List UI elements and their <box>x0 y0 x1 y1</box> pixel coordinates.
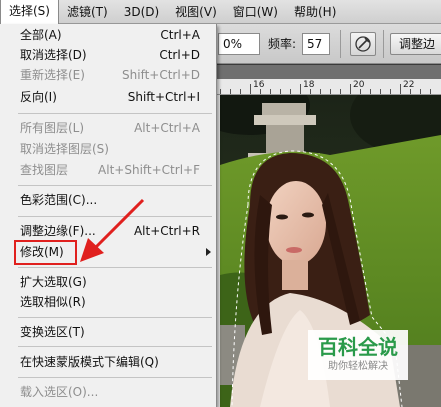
submenu-arrow-icon <box>206 248 211 256</box>
menu-item-label: 所有图层(L) <box>20 121 85 135</box>
menu-window[interactable]: 窗口(W) <box>225 0 286 24</box>
menu-separator <box>18 113 212 114</box>
menu-help[interactable]: 帮助(H) <box>286 0 344 24</box>
menu-item-similar[interactable]: 选取相似(R) <box>0 292 216 312</box>
menu-item-quick-mask[interactable]: 在快速蒙版模式下编辑(Q) <box>0 352 216 372</box>
highlight-box <box>14 240 77 265</box>
menu-separator <box>18 346 212 347</box>
menu-item-shortcut: Alt+Ctrl+A <box>134 121 200 135</box>
menu-item-shortcut: Alt+Ctrl+R <box>133 224 200 238</box>
menu-item-label: 扩大选取(G) <box>20 275 87 289</box>
menu-item-label: 重新选择(E) <box>20 68 85 82</box>
menu-item-load-selection: 载入选区(O)... <box>0 382 216 402</box>
menu-item-deselect[interactable]: 取消选择(D) Ctrl+D <box>0 45 216 65</box>
horizontal-ruler: 16 18 20 22 <box>216 79 441 95</box>
ruler-label: 16 <box>253 80 265 90</box>
select-menu-dropdown: 全部(A) Ctrl+A 取消选择(D) Ctrl+D 重新选择(E) Shif… <box>0 24 217 407</box>
frequency-field[interactable]: 57 <box>302 33 330 55</box>
menu-item-shortcut: Shift+Ctrl+I <box>127 90 200 104</box>
menu-item-find-layers: 查找图层 Alt+Shift+Ctrl+F <box>0 160 216 180</box>
menu-item-label: 查找图层 <box>20 163 69 177</box>
ruler-label: 22 <box>403 80 415 90</box>
menu-separator <box>18 216 212 217</box>
menu-separator <box>18 377 212 378</box>
menu-item-label: 变换选区(T) <box>20 325 85 339</box>
pen-pressure-icon[interactable] <box>350 32 376 56</box>
menu-item-shortcut: Alt+Shift+Ctrl+F <box>98 163 200 177</box>
menu-item-label: 在快速蒙版模式下编辑(Q) <box>20 355 159 369</box>
menu-item-shortcut: Ctrl+A <box>160 28 200 42</box>
menu-item-reselect: 重新选择(E) Shift+Ctrl+D <box>0 65 216 85</box>
menu-separator <box>18 267 212 268</box>
document-tab-strip <box>216 65 441 79</box>
refine-edge-button[interactable]: 调整边 <box>390 33 441 55</box>
feather-value-field[interactable]: 0% <box>218 33 260 55</box>
watermark-subtitle: 助你轻松解决 <box>328 361 388 372</box>
baike-watermark: 百科全说 助你轻松解决 <box>308 330 408 380</box>
menu-item-select-all[interactable]: 全部(A) Ctrl+A <box>0 25 216 45</box>
menu-item-transform-selection[interactable]: 变换选区(T) <box>0 322 216 342</box>
watermark-title: 百科全说 <box>318 335 398 359</box>
menu-select[interactable]: 选择(S) <box>0 0 59 24</box>
menu-bar: 选择(S) 滤镜(T) 3D(D) 视图(V) 窗口(W) 帮助(H) <box>0 0 441 24</box>
menu-item-label: 全部(A) <box>20 28 62 42</box>
frequency-label: 频率: <box>268 37 297 51</box>
ruler-label: 20 <box>353 80 365 90</box>
menu-item-all-layers: 所有图层(L) Alt+Ctrl+A <box>0 118 216 138</box>
menu-item-grow[interactable]: 扩大选取(G) <box>0 272 216 292</box>
menu-filter[interactable]: 滤镜(T) <box>59 0 116 24</box>
menu-view[interactable]: 视图(V) <box>167 0 225 24</box>
menu-item-label: 选取相似(R) <box>20 295 86 309</box>
menu-separator <box>18 185 212 186</box>
ruler-label: 18 <box>303 80 315 90</box>
menu-item-color-range[interactable]: 色彩范围(C)... <box>0 190 216 210</box>
menu-item-label: 调整边缘(F)... <box>20 224 96 238</box>
menu-separator <box>18 317 212 318</box>
menu-item-deselect-layers: 取消选择图层(S) <box>0 139 216 159</box>
menu-item-shortcut: Shift+Ctrl+D <box>122 68 200 82</box>
menu-item-label: 取消选择(D) <box>20 48 87 62</box>
options-separator <box>340 30 341 58</box>
menu-item-refine-edge[interactable]: 调整边缘(F)... Alt+Ctrl+R <box>0 221 216 241</box>
menu-3d[interactable]: 3D(D) <box>116 0 167 24</box>
menu-item-label: 色彩范围(C)... <box>20 193 98 207</box>
menu-item-shortcut: Ctrl+D <box>159 48 200 62</box>
menu-item-label: 取消选择图层(S) <box>20 142 109 156</box>
menu-item-inverse[interactable]: 反向(I) Shift+Ctrl+I <box>0 87 216 107</box>
menu-item-label: 反向(I) <box>20 90 57 104</box>
options-separator <box>383 30 384 58</box>
menu-item-label: 载入选区(O)... <box>20 385 99 399</box>
